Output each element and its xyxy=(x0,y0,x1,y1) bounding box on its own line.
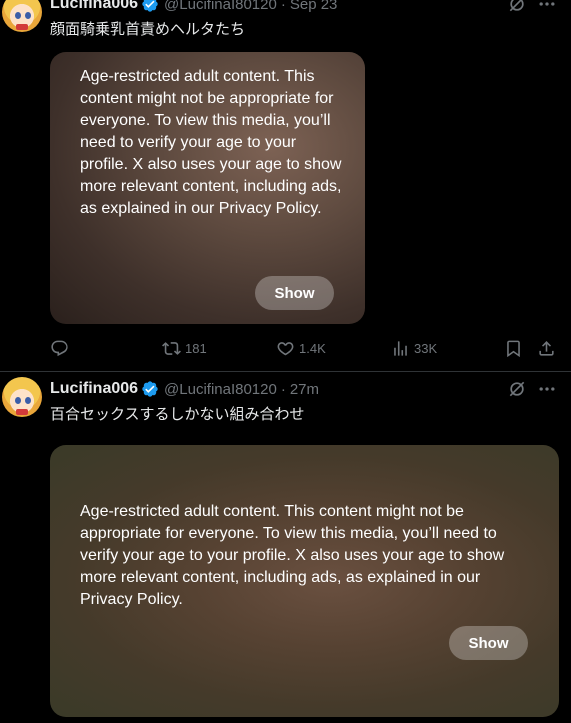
bookmark-button[interactable] xyxy=(504,336,523,360)
reply-button[interactable] xyxy=(50,336,69,360)
tweet-text: 百合セックスするしかない組み合わせ xyxy=(50,405,305,423)
author-handle[interactable]: @LucifinaI80120 xyxy=(164,381,277,398)
more-icon[interactable] xyxy=(537,0,557,14)
tweet-header: Lucifina006 @LucifinaI80120 · 27m xyxy=(50,378,319,400)
more-icon[interactable] xyxy=(537,379,557,399)
share-icon xyxy=(539,340,554,356)
timestamp[interactable]: Sep 23 xyxy=(290,0,338,13)
show-button[interactable]: Show xyxy=(255,276,334,310)
avatar-bow xyxy=(16,24,28,30)
author-name[interactable]: Lucifina006 xyxy=(50,0,138,13)
tweet-text: 顔面騎乗乳首責めヘルタたち xyxy=(50,20,246,38)
avatar-bow xyxy=(16,409,28,415)
dot-separator: · xyxy=(280,0,286,13)
avatar-eye-right xyxy=(25,12,31,19)
like-icon xyxy=(277,341,294,355)
views-count: 33K xyxy=(414,340,438,356)
like-count: 1.4K xyxy=(299,340,326,356)
like-button[interactable]: 1.4K xyxy=(276,336,326,360)
repost-count: 181 xyxy=(185,340,207,356)
author-name[interactable]: Lucifina006 xyxy=(50,380,138,398)
age-restricted-warning: Age-restricted adult content. This conte… xyxy=(80,503,505,608)
grok-icon[interactable] xyxy=(507,0,527,14)
avatar[interactable] xyxy=(2,0,42,32)
tweet-header: Lucifina006 @LucifinaI80120 · Sep 23 xyxy=(50,0,337,15)
avatar-eye-right xyxy=(25,397,31,404)
verified-badge-icon xyxy=(142,381,158,397)
tweet-actions: 181 1.4K 33K xyxy=(50,336,560,360)
author-handle[interactable]: @LucifinaI80120 xyxy=(164,0,277,13)
sensitive-media: Age-restricted adult content. This conte… xyxy=(50,52,365,324)
repost-button[interactable]: 181 xyxy=(162,336,207,360)
verified-badge-icon xyxy=(142,0,158,12)
show-button[interactable]: Show xyxy=(449,626,528,660)
dot-separator: · xyxy=(280,380,286,398)
reply-icon xyxy=(51,340,68,356)
views-button[interactable]: 33K xyxy=(391,336,437,360)
tweet[interactable]: Lucifina006 @LucifinaI80120 · Sep 23 顔面騎… xyxy=(0,0,571,372)
avatar-eye-left xyxy=(15,397,21,404)
repost-icon xyxy=(162,341,181,355)
grok-icon[interactable] xyxy=(507,379,527,399)
views-icon xyxy=(394,340,407,356)
tweet[interactable]: Lucifina006 @LucifinaI80120 · 27m 百合セックス… xyxy=(0,373,571,723)
timestamp[interactable]: 27m xyxy=(290,381,319,398)
avatar[interactable] xyxy=(2,377,42,417)
age-restricted-warning: Age-restricted adult content. This conte… xyxy=(80,68,342,217)
share-button[interactable] xyxy=(537,336,556,360)
avatar-eye-left xyxy=(15,12,21,19)
sensitive-media: Age-restricted adult content. This conte… xyxy=(50,445,559,717)
bookmark-icon xyxy=(507,340,520,357)
